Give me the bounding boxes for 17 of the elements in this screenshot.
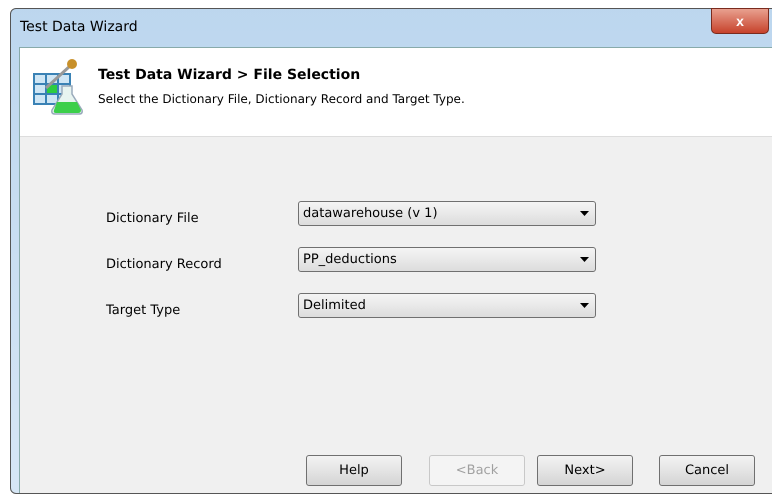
wizard-button[interactable]: Cancel	[659, 455, 755, 486]
dropdown-arrow-icon	[580, 303, 589, 308]
header-subtitle: Select the Dictionary File, Dictionary Record and Target Type.	[98, 92, 465, 106]
dropdown-arrow-icon	[580, 211, 589, 216]
wizard-button[interactable]: Next>	[537, 455, 633, 486]
dropdown[interactable]: PP_deductions	[298, 247, 596, 272]
field-label: Dictionary Record	[106, 256, 223, 272]
field-label: Target Type	[106, 302, 182, 318]
dropdown[interactable]: datawarehouse (v 1)	[298, 201, 596, 226]
close-button[interactable]: x	[711, 8, 769, 34]
window-title: Test Data Wizard	[20, 19, 138, 35]
wizard-button[interactable]: Help	[306, 455, 402, 486]
dropdown-arrow-icon	[580, 257, 589, 262]
header-title: Test Data Wizard > File Selection	[98, 66, 362, 82]
dropdown[interactable]: Delimited	[298, 293, 596, 318]
field-label: Dictionary File	[106, 210, 200, 226]
table-flask-icon	[32, 58, 84, 116]
